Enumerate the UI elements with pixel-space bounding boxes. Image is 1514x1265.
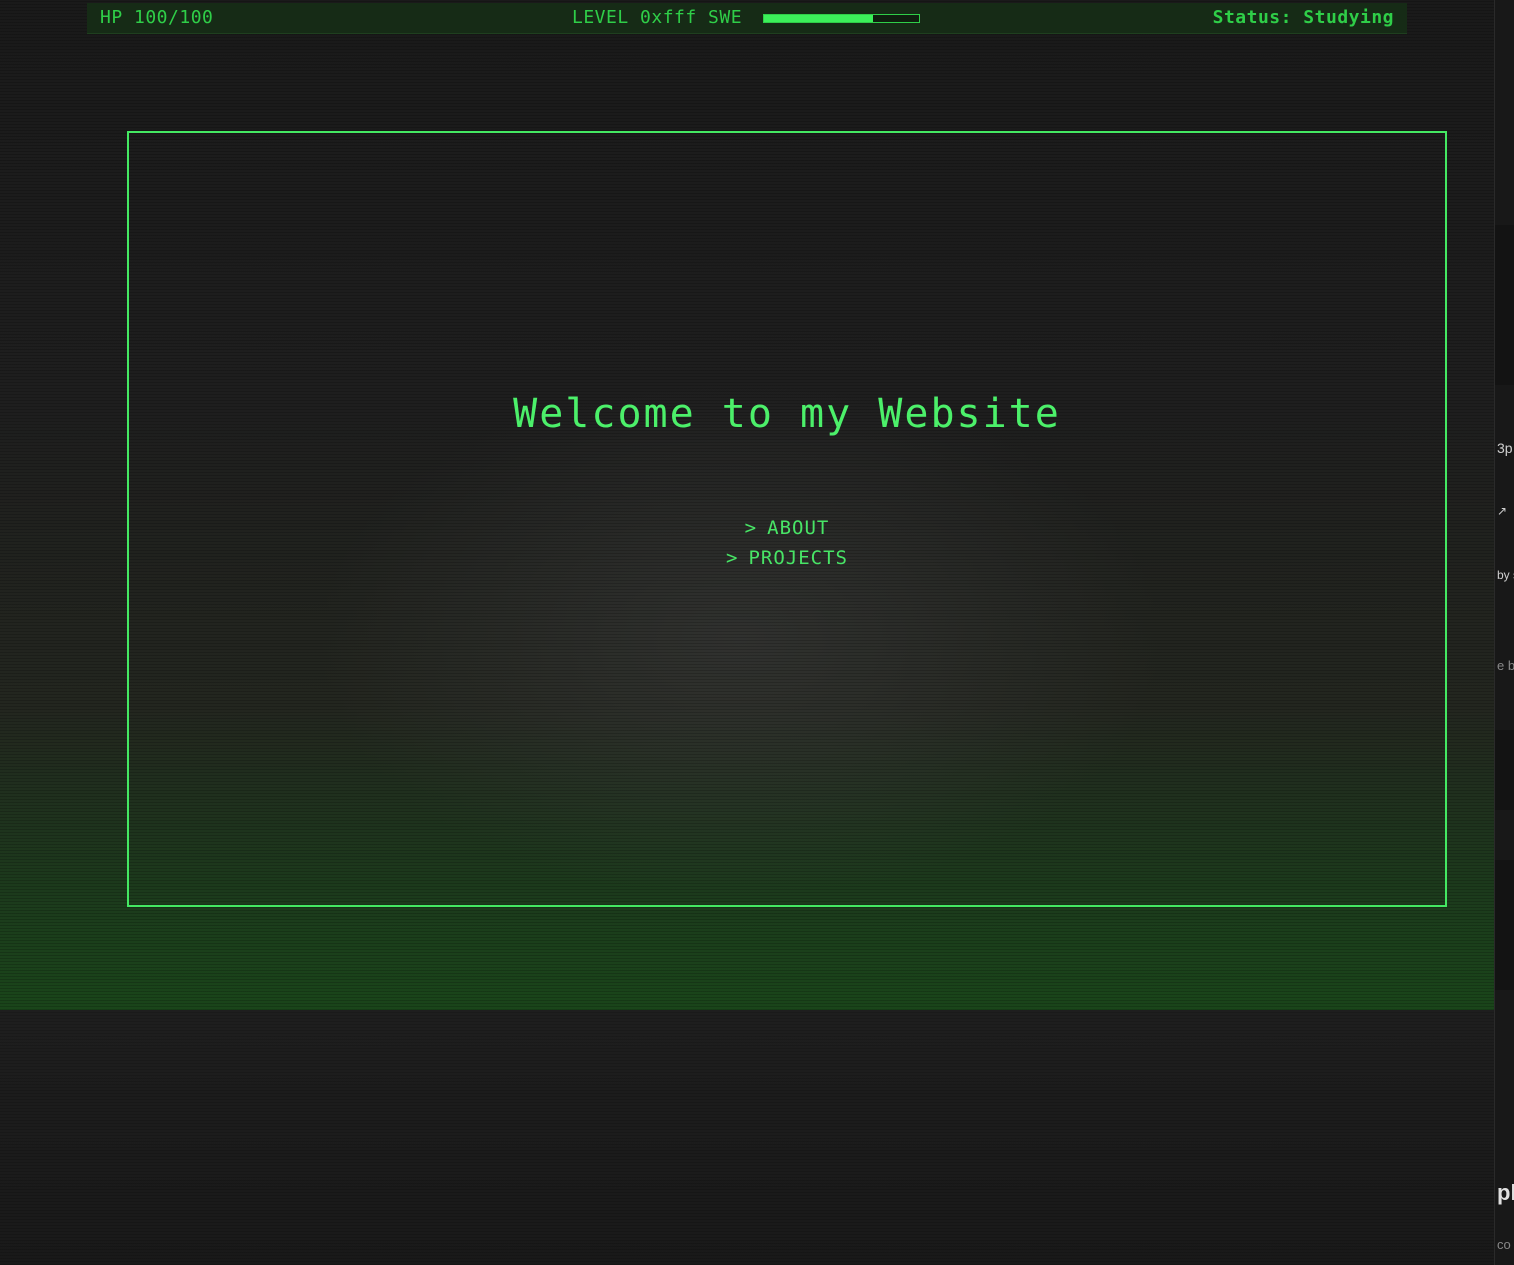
- external-link-icon[interactable]: ↗: [1497, 504, 1507, 518]
- menu-item-projects[interactable]: > PROJECTS: [129, 543, 1445, 573]
- clipped-side-panel: 3p ↗ by s e bl pl co: [1494, 0, 1514, 1265]
- status-readout: Status: Studying: [1212, 7, 1394, 28]
- side-panel-block: [1495, 730, 1514, 810]
- hp-readout: HP 100/100: [100, 7, 214, 28]
- menu-item-label: PROJECTS: [748, 547, 848, 569]
- side-panel-block: [1495, 225, 1514, 385]
- side-panel-block: [1495, 860, 1514, 990]
- level-readout: LEVEL 0xfff SWE: [572, 7, 743, 28]
- page-viewport: HP 100/100 LEVEL 0xfff SWE Status: Study…: [0, 0, 1494, 1265]
- prompt-chevron-icon: >: [726, 547, 739, 569]
- menu-item-label: ABOUT: [767, 517, 830, 539]
- xp-progress-fill: [764, 15, 873, 22]
- page-title: Welcome to my Website: [513, 391, 1061, 437]
- xp-progress-bar: [763, 14, 920, 23]
- side-panel-fragment: pl: [1497, 1180, 1514, 1205]
- menu-item-about[interactable]: > ABOUT: [129, 513, 1445, 543]
- prompt-chevron-icon: >: [744, 517, 758, 539]
- side-panel-fragment: 3p: [1497, 440, 1513, 456]
- side-panel-fragment: by s: [1497, 568, 1514, 582]
- main-menu: > ABOUT > PROJECTS: [129, 513, 1445, 573]
- terminal-frame: Welcome to my Website > ABOUT > PROJECTS: [127, 131, 1447, 907]
- page-lower-area: [0, 1010, 1494, 1265]
- side-panel-fragment: co: [1497, 1237, 1511, 1252]
- side-panel-fragment: e bl: [1497, 658, 1514, 673]
- hud-bar: HP 100/100 LEVEL 0xfff SWE Status: Study…: [87, 3, 1407, 34]
